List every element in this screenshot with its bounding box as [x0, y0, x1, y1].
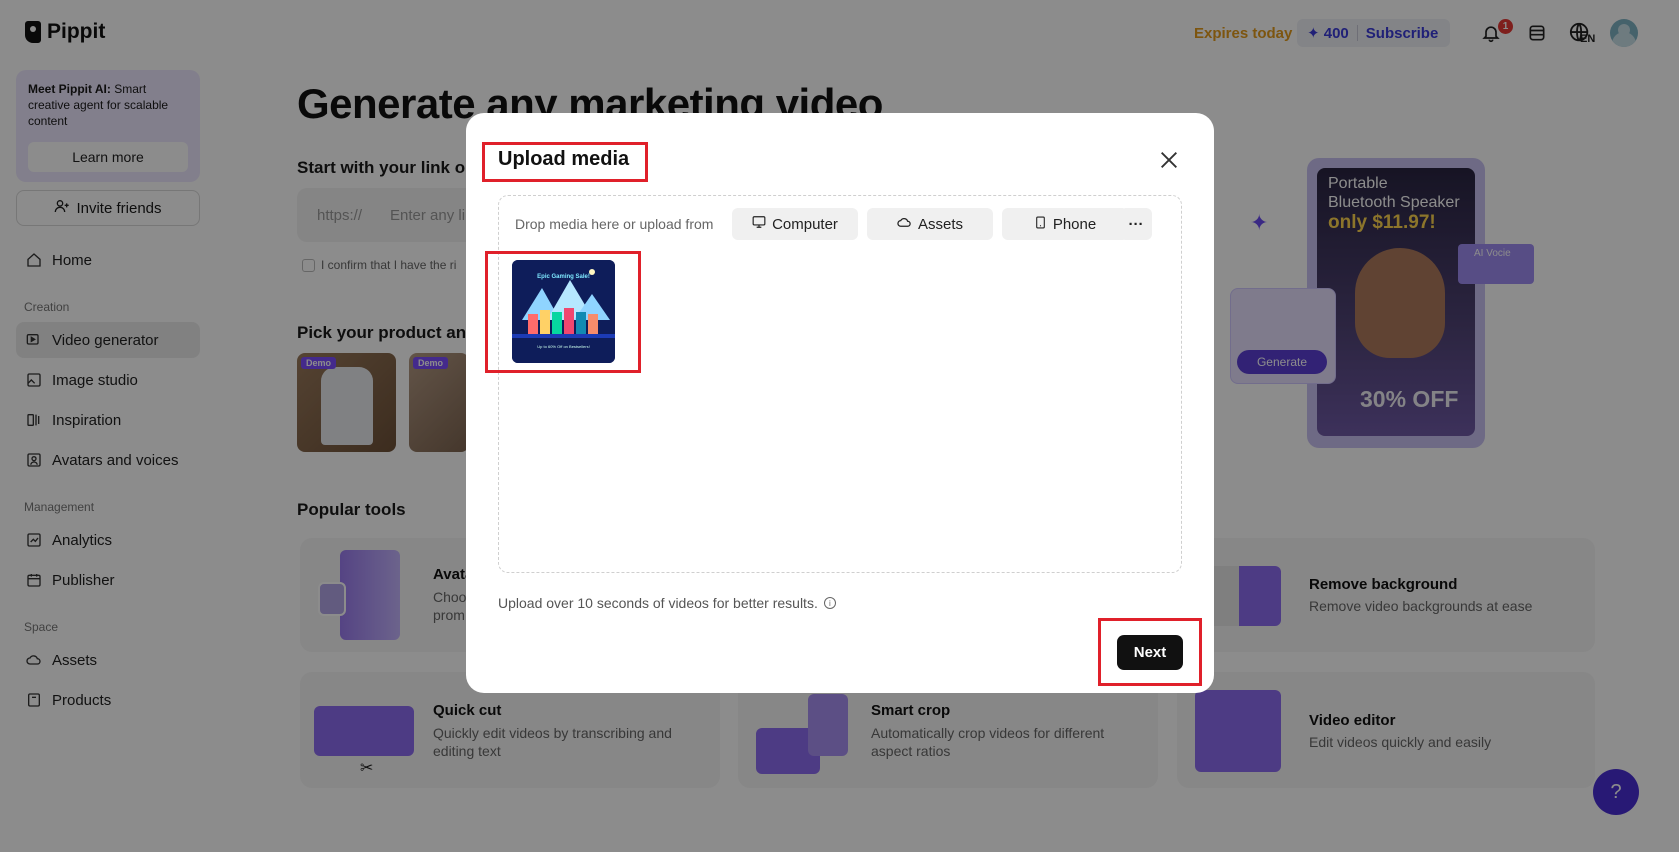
upload-computer-button[interactable]: Computer [732, 208, 858, 240]
monitor-icon [752, 215, 766, 233]
upload-media-dialog: Upload media Drop media here or upload f… [466, 113, 1214, 693]
media-dropzone[interactable]: Drop media here or upload from Computer … [485, 195, 1182, 573]
close-icon[interactable] [1156, 147, 1182, 173]
upload-assets-button[interactable]: Assets [867, 208, 993, 240]
uploaded-media-thumbnail[interactable]: Epic Gaming Sale! Up to 60% Off on Bests… [512, 260, 615, 363]
thumbnail-title: Epic Gaming Sale! [537, 274, 590, 280]
thumbnail-subtitle: Up to 60% Off on Bestsellers! [537, 344, 590, 349]
upload-hint: Upload over 10 seconds of videos for bet… [498, 595, 836, 611]
source-label: Phone [1052, 215, 1097, 233]
upload-phone-button[interactable]: Phone [1002, 208, 1128, 240]
next-button[interactable]: Next [1117, 635, 1183, 670]
cloud-icon [897, 215, 912, 234]
source-label: Assets [917, 215, 963, 233]
source-label: Computer [772, 215, 838, 233]
info-icon[interactable]: i [823, 597, 836, 609]
drop-instructions: Drop media here or upload from [515, 216, 714, 232]
more-options-button[interactable]: ··· [1120, 208, 1152, 240]
upload-hint-text: Upload over 10 seconds of videos for bet… [498, 595, 818, 611]
phone-icon [1034, 215, 1047, 234]
dialog-title: Upload media [498, 148, 630, 170]
